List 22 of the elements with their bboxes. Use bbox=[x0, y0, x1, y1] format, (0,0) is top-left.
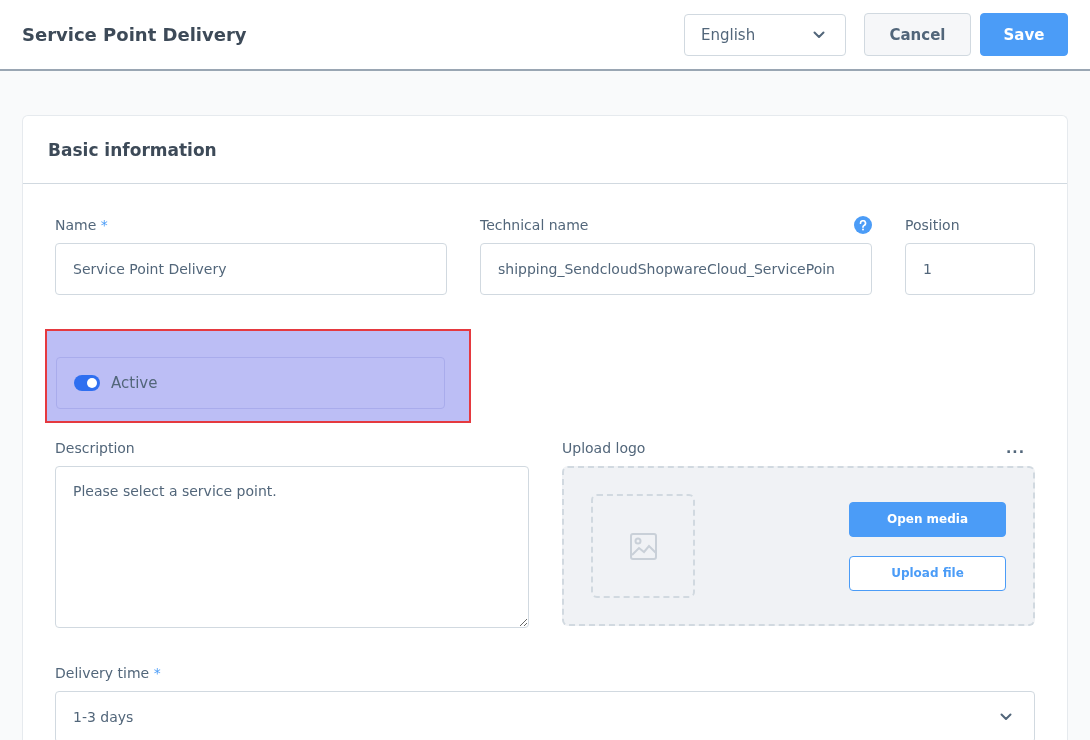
more-menu[interactable]: ... bbox=[1006, 440, 1025, 456]
delivery-time-select[interactable]: 1-3 days bbox=[55, 691, 1035, 740]
page-title: Service Point Delivery bbox=[22, 24, 248, 45]
chevron-down-icon bbox=[813, 30, 825, 39]
field-label: Description bbox=[55, 440, 135, 456]
field-label: Position bbox=[905, 217, 960, 233]
text-field[interactable]: Service Point Delivery bbox=[55, 243, 447, 295]
image-icon bbox=[629, 532, 657, 560]
text-field[interactable]: shipping_SendcloudShopwareCloud_ServicePoin bbox=[480, 243, 872, 295]
toggle-switch[interactable] bbox=[74, 375, 100, 391]
field-label: Technical name bbox=[480, 217, 589, 233]
cancel-button[interactable]: Cancel bbox=[864, 13, 971, 56]
card-title: Basic information bbox=[23, 116, 1067, 184]
field-label: Delivery time * bbox=[55, 665, 161, 681]
field-label: Upload logo bbox=[562, 440, 646, 456]
chevron-down-icon bbox=[1000, 713, 1012, 721]
language-select[interactable]: English bbox=[684, 13, 846, 56]
help-icon[interactable] bbox=[854, 216, 872, 234]
text-field[interactable]: 1 bbox=[905, 243, 1035, 295]
field-label: Name * bbox=[55, 217, 108, 233]
description-field[interactable]: Please select a service point. bbox=[55, 466, 529, 628]
switch-label: Active bbox=[111, 374, 158, 392]
